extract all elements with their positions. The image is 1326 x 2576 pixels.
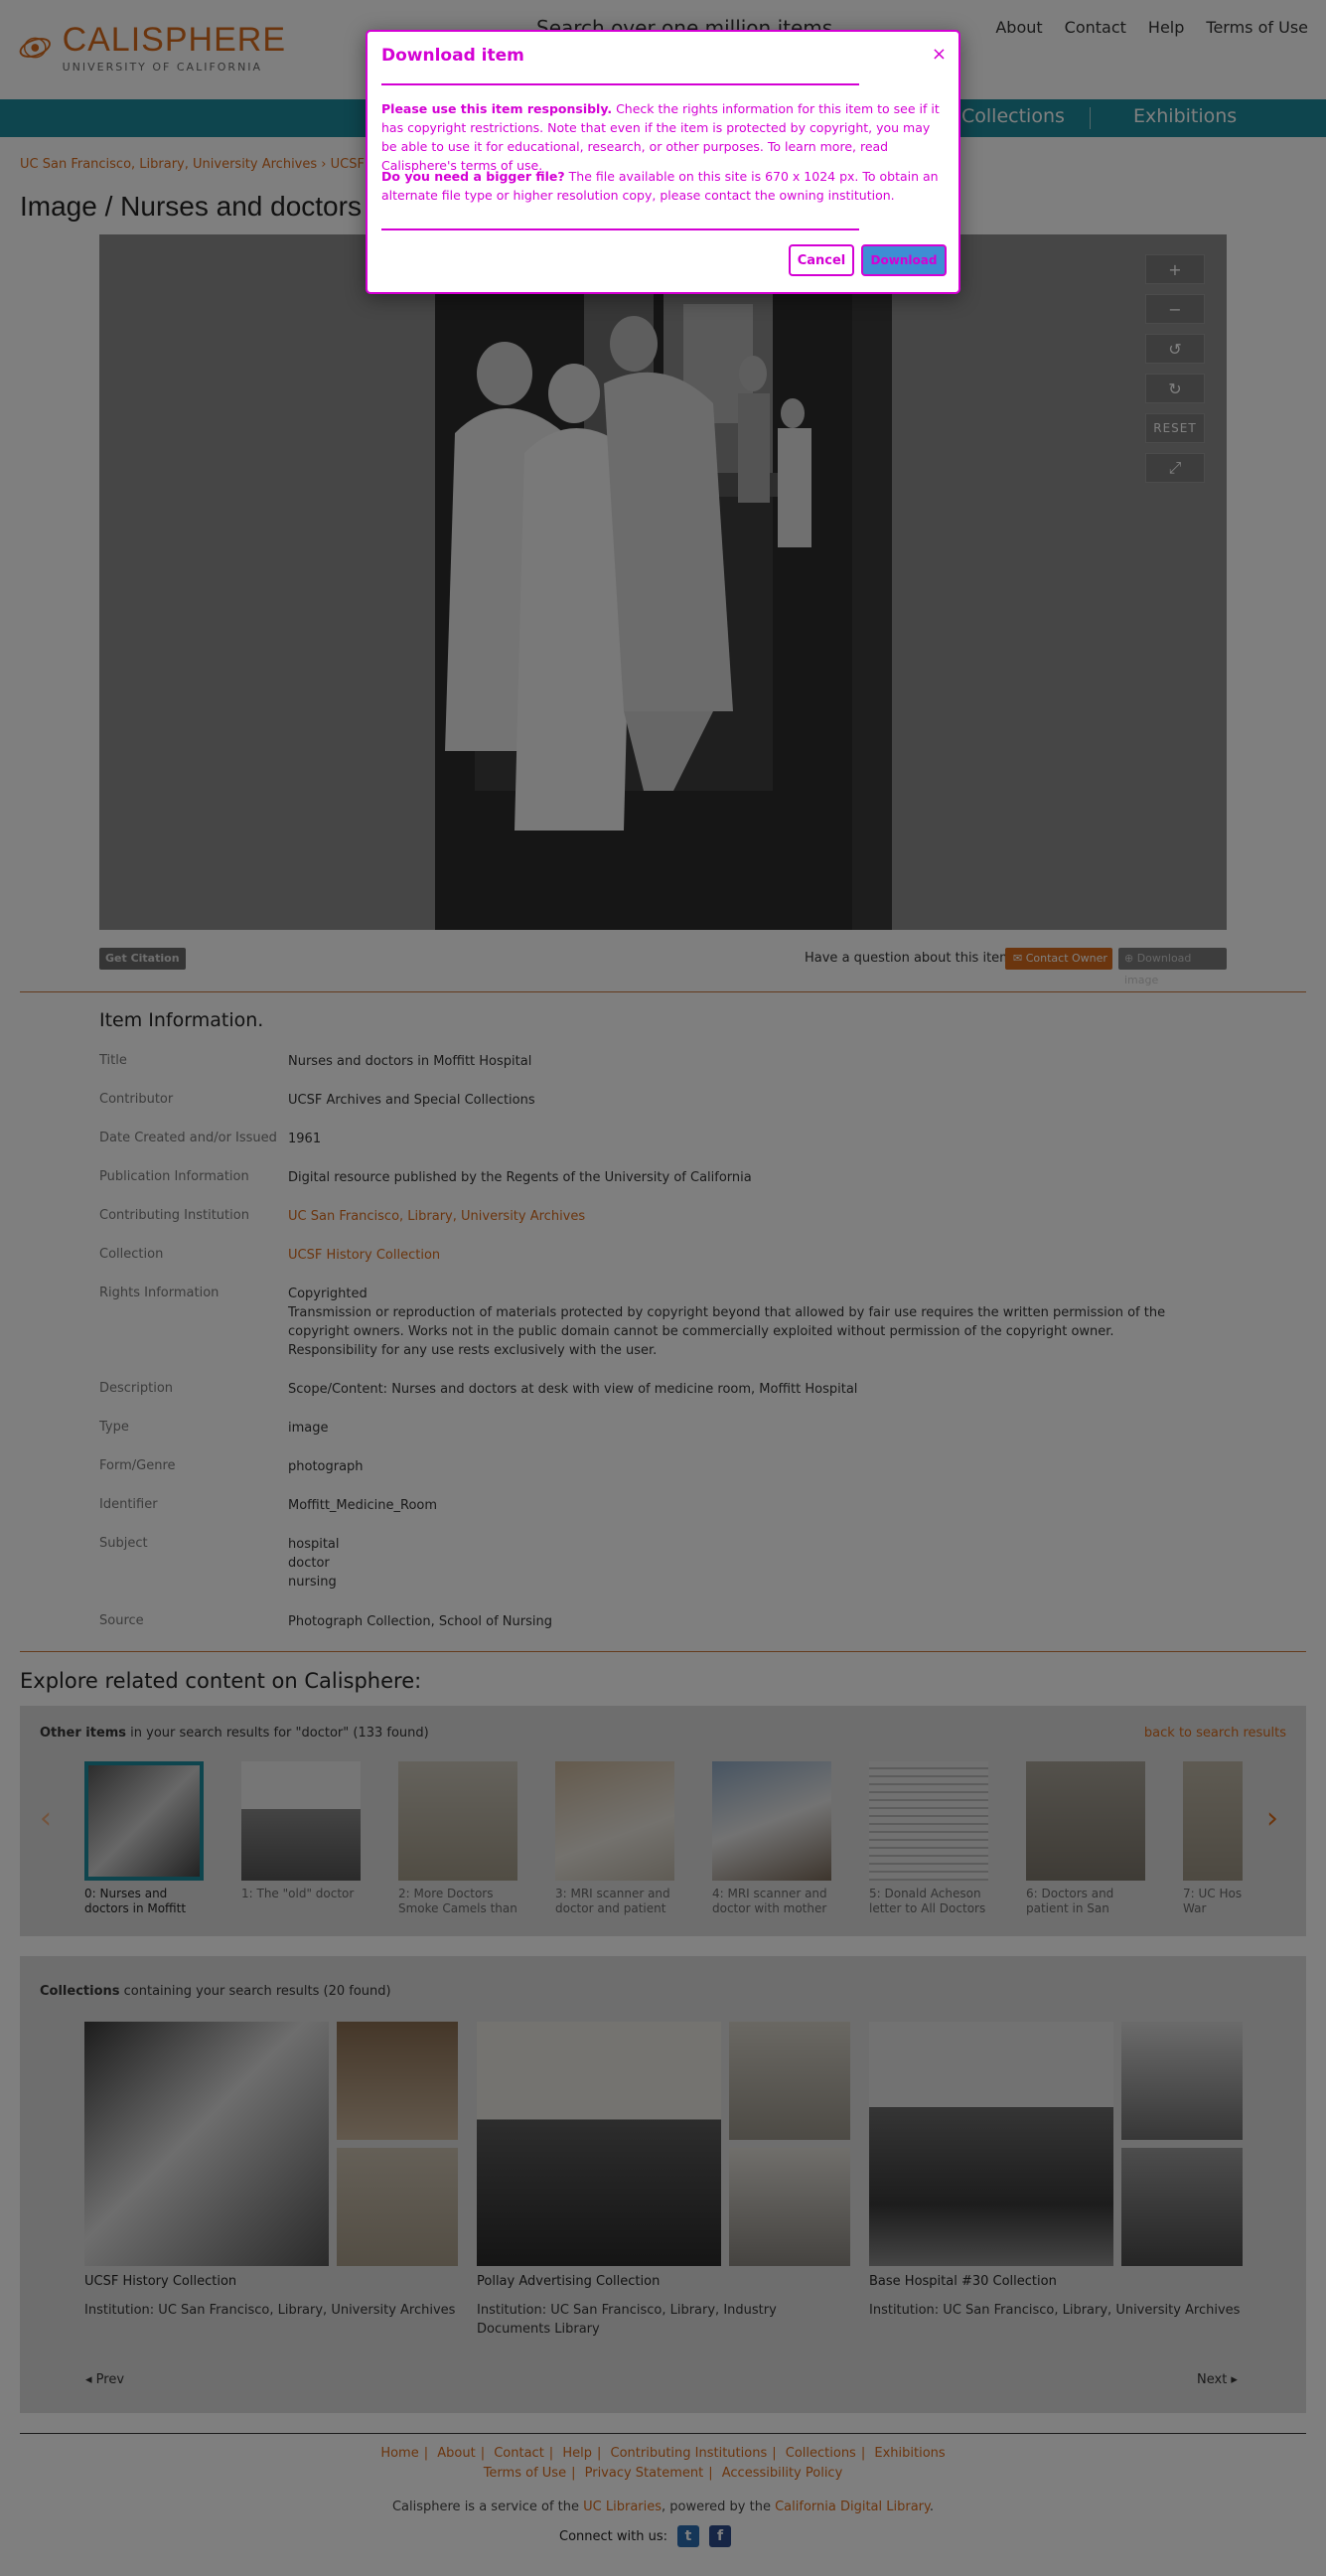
modal-rights-notice: Please use this item responsibly. Check … bbox=[381, 101, 940, 173]
modal-divider bbox=[381, 228, 859, 230]
modal-file-size-notice: Do you need a bigger file? The file avai… bbox=[381, 169, 939, 203]
modal-backdrop[interactable] bbox=[0, 0, 1326, 2576]
modal-title: Download item bbox=[381, 46, 524, 66]
modal-divider bbox=[381, 83, 859, 85]
download-button[interactable]: Download bbox=[861, 244, 947, 276]
cancel-button[interactable]: Cancel bbox=[789, 244, 854, 276]
close-icon[interactable]: × bbox=[932, 44, 947, 65]
download-item-modal: Download item × Please use this item res… bbox=[366, 30, 960, 294]
